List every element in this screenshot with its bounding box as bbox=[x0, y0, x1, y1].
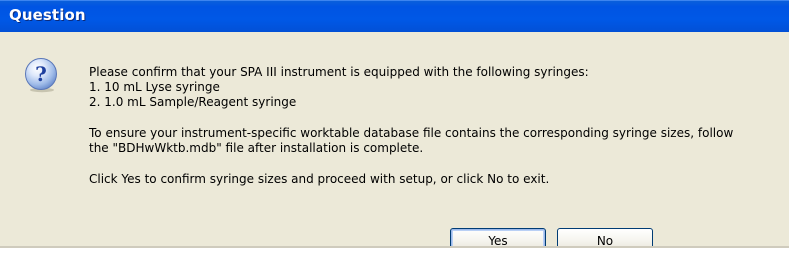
question-dialog: Question ? Please confirm that your SPA … bbox=[0, 0, 789, 248]
message-line-4: To ensure your instrument-specific workt… bbox=[89, 126, 734, 140]
message-line-3: 2. 1.0 mL Sample/Reagent syringe bbox=[89, 95, 297, 109]
question-glyph: ? bbox=[35, 62, 47, 86]
yes-button[interactable]: Yes bbox=[450, 228, 546, 248]
message-line-2: 1. 10 mL Lyse syringe bbox=[89, 80, 220, 94]
dialog-body: ? Please confirm that your SPA III instr… bbox=[0, 32, 789, 248]
message-line-6: Click Yes to confirm syringe sizes and p… bbox=[89, 172, 550, 186]
dialog-title: Question bbox=[9, 6, 86, 24]
message-line-1: Please confirm that your SPA III instrum… bbox=[89, 65, 589, 79]
dialog-bottom-edge bbox=[0, 246, 789, 248]
question-icon: ? bbox=[25, 58, 57, 93]
title-bar[interactable]: Question bbox=[0, 0, 789, 32]
no-button[interactable]: No bbox=[557, 228, 653, 248]
message-line-5: the "BDHwWktb.mdb" file after installati… bbox=[89, 141, 424, 155]
